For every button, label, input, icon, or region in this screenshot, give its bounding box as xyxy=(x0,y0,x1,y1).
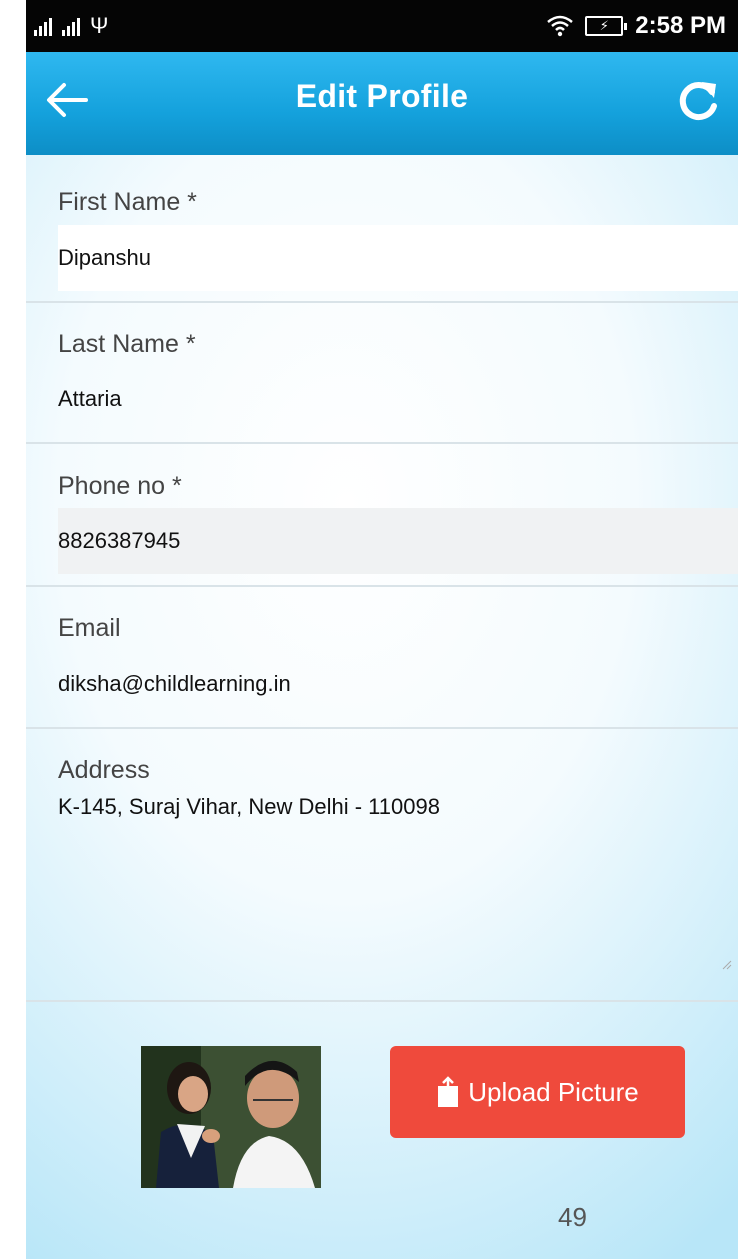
address-label: Address xyxy=(58,756,150,784)
page-title: Edit Profile xyxy=(295,78,469,114)
phone-input[interactable]: 8826387945 xyxy=(58,508,738,574)
status-left: Ψ xyxy=(34,13,108,39)
divider xyxy=(26,301,738,303)
upload-picture-label: Upload Picture xyxy=(468,1076,639,1107)
divider xyxy=(26,442,738,444)
signal-icon xyxy=(34,16,52,36)
phone-screen: Ψ ⚡ 2:58 PM Edit Profile First Name * Di… xyxy=(26,0,738,1259)
profile-photo-image xyxy=(141,1046,321,1188)
page-number: 49 xyxy=(558,1202,587,1232)
app-bar: Edit Profile xyxy=(26,52,738,155)
phone-label: Phone no * xyxy=(58,472,182,500)
divider xyxy=(26,1000,738,1002)
resize-handle-icon[interactable] xyxy=(720,958,732,970)
status-right: ⚡ 2:58 PM xyxy=(547,12,726,40)
status-bar: Ψ ⚡ 2:58 PM xyxy=(26,0,738,52)
profile-picture xyxy=(141,1046,321,1188)
divider xyxy=(26,727,738,729)
last-name-label: Last Name * xyxy=(58,330,196,358)
status-time: 2:58 PM xyxy=(635,12,726,39)
divider xyxy=(26,585,738,587)
address-textarea[interactable]: K-145, Suraj Vihar, New Delhi - 110098 xyxy=(58,782,738,972)
upload-picture-button[interactable]: Upload Picture xyxy=(390,1046,685,1138)
signal-icon xyxy=(62,16,80,36)
upload-icon xyxy=(438,1076,459,1107)
wifi-icon xyxy=(547,15,574,37)
usb-icon: Ψ xyxy=(90,13,109,38)
first-name-input[interactable]: Dipanshu xyxy=(58,225,738,291)
first-name-label: First Name * xyxy=(58,188,197,216)
battery-icon: ⚡ xyxy=(585,16,628,36)
refresh-icon xyxy=(679,82,717,121)
email-input[interactable]: diksha@childlearning.in xyxy=(58,651,738,717)
last-name-input[interactable]: Attaria xyxy=(58,366,738,432)
refresh-button[interactable] xyxy=(668,70,728,130)
email-label: Email xyxy=(58,614,121,642)
